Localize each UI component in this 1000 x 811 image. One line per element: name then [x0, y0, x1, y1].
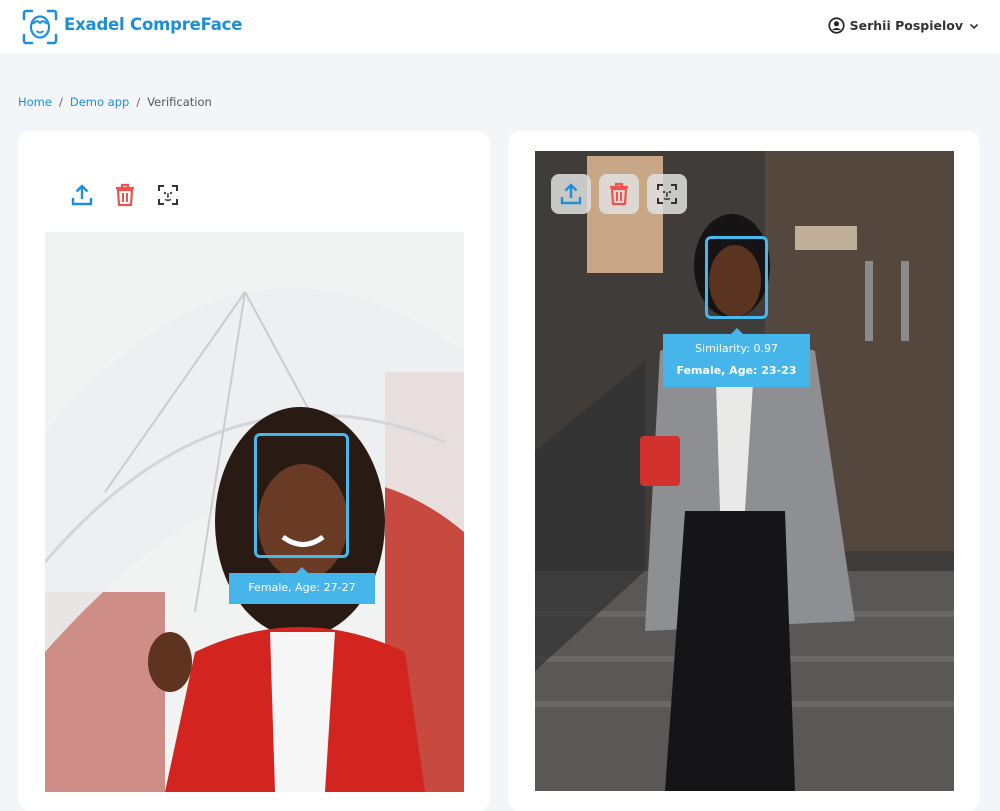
trash-icon	[610, 182, 628, 206]
chevron-down-icon	[969, 23, 979, 29]
similarity-label: Similarity: 0.97	[695, 342, 778, 355]
face-info-label: Similarity: 0.97 Female, Age: 23-23	[663, 328, 810, 387]
face-scan-icon	[158, 185, 178, 205]
face-scan-button[interactable]	[154, 181, 182, 209]
face-scan-button[interactable]	[647, 174, 687, 214]
upload-icon	[71, 184, 93, 206]
user-name: Serhii Pospielov	[849, 18, 963, 33]
breadcrumb-home[interactable]: Home	[18, 95, 52, 109]
delete-button[interactable]	[111, 181, 139, 209]
age-gender-label: Female, Age: 27-27	[248, 581, 356, 594]
breadcrumb: Home / Demo app / Verification	[18, 95, 212, 109]
app-title[interactable]: Exadel CompreFace	[64, 15, 242, 34]
account-circle-icon	[828, 17, 845, 34]
source-image-panel: Female, Age: 27-27	[18, 131, 490, 811]
upload-button[interactable]	[68, 181, 96, 209]
breadcrumb-separator: /	[58, 95, 63, 109]
delete-button[interactable]	[599, 174, 639, 214]
upload-button[interactable]	[551, 174, 591, 214]
age-gender-label: Female, Age: 23-23	[676, 364, 797, 377]
target-image-panel: Similarity: 0.97 Female, Age: 23-23	[508, 131, 980, 811]
trash-icon	[116, 183, 134, 207]
target-toolbar	[551, 174, 687, 214]
face-scan-icon	[657, 184, 677, 204]
source-toolbar	[68, 181, 182, 209]
breadcrumb-current: Verification	[147, 95, 212, 109]
breadcrumb-demo-app[interactable]: Demo app	[70, 95, 129, 109]
top-header: Exadel CompreFace Serhii Pospielov	[0, 0, 1000, 53]
logo-icon[interactable]	[22, 9, 58, 45]
face-info-label: Female, Age: 27-27	[229, 567, 375, 604]
breadcrumb-separator: /	[136, 95, 141, 109]
user-menu[interactable]: Serhii Pospielov	[828, 17, 980, 34]
face-detection-box[interactable]	[705, 236, 768, 319]
upload-icon	[560, 183, 582, 205]
face-detection-box[interactable]	[254, 433, 349, 558]
